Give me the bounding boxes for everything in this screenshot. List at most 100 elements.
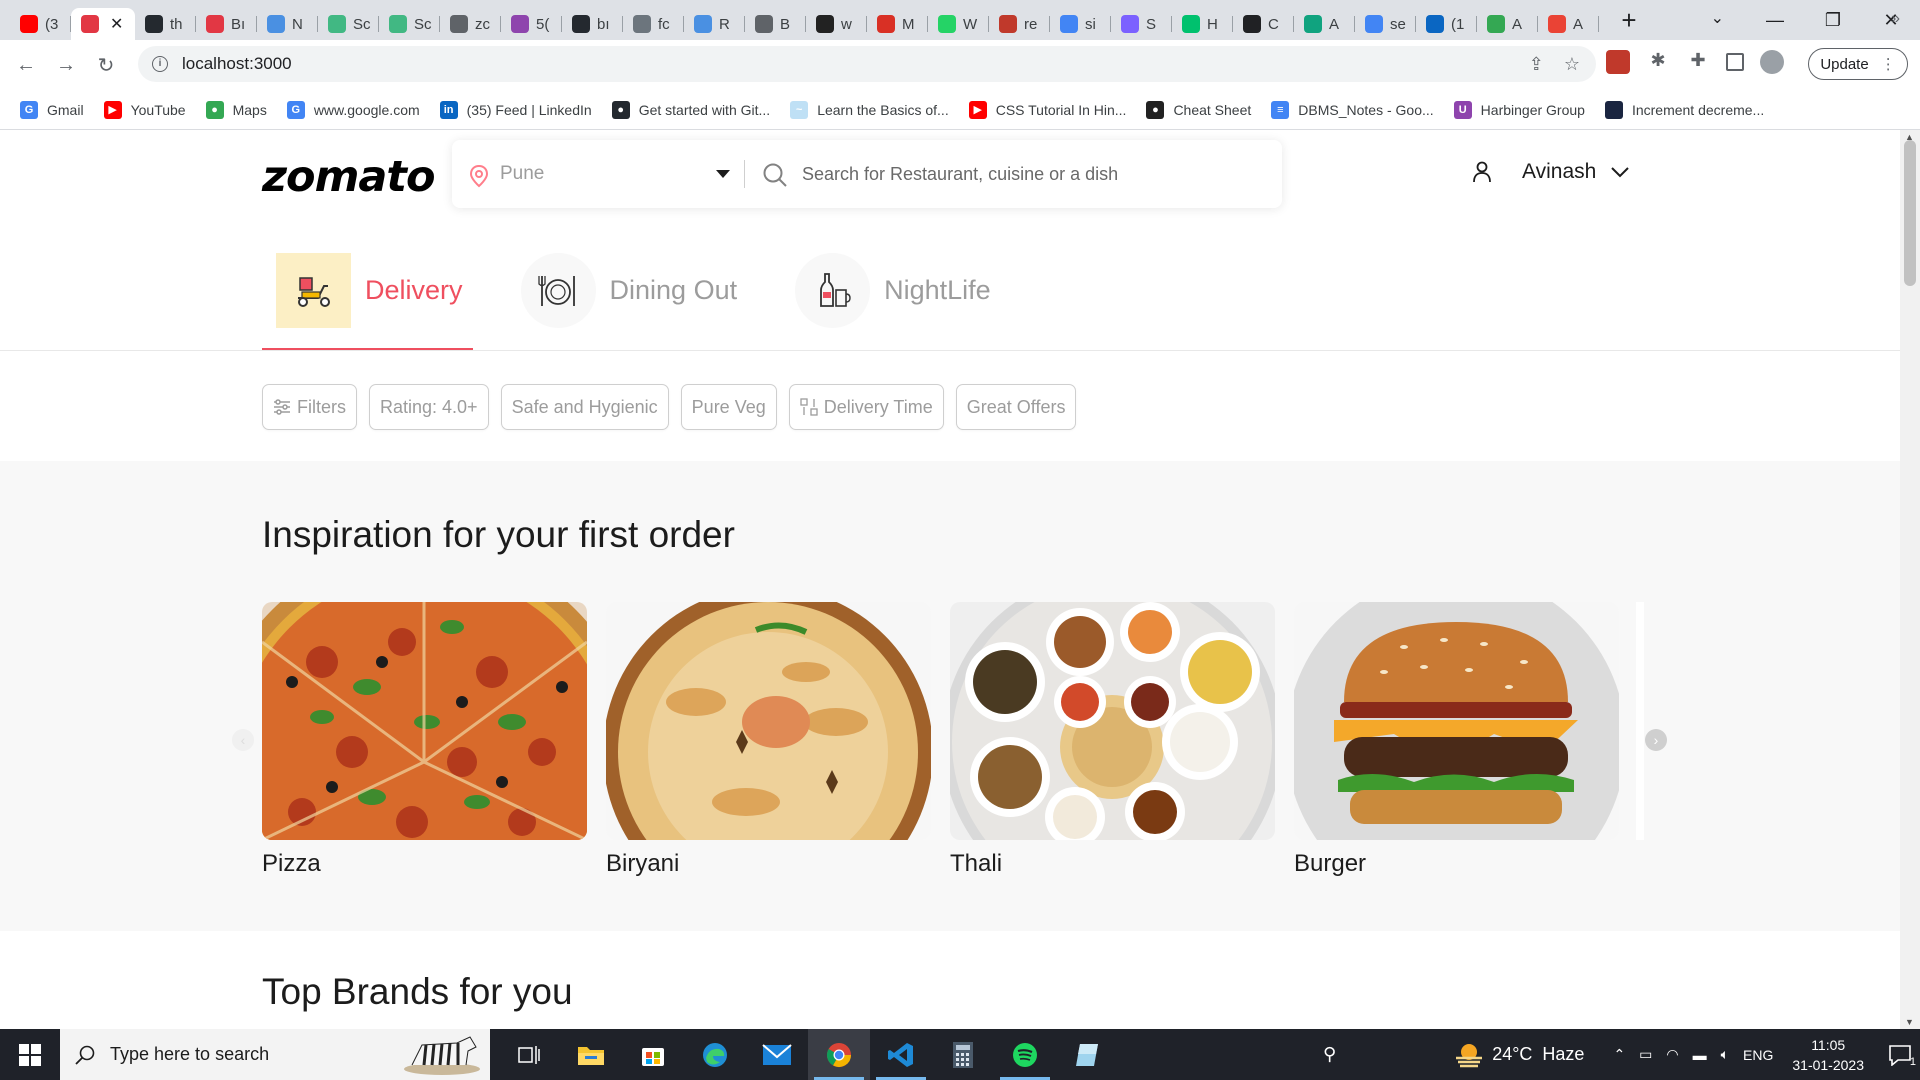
browser-tab[interactable]: zc bbox=[440, 8, 501, 40]
share-icon[interactable]: ⇪ bbox=[1529, 54, 1544, 75]
browser-tab[interactable]: w bbox=[806, 8, 867, 40]
browser-tab[interactable]: W bbox=[928, 8, 989, 40]
back-icon[interactable]: ← bbox=[6, 54, 46, 77]
notepad-app-icon[interactable] bbox=[1056, 1029, 1118, 1080]
bookmarks-overflow-icon[interactable]: » bbox=[1891, 10, 1900, 28]
browser-tab[interactable]: bı bbox=[562, 8, 623, 40]
bookmark-item[interactable]: ● Get started with Git... bbox=[611, 100, 770, 119]
dish-search-input[interactable] bbox=[802, 158, 1262, 190]
bookmark-item[interactable]: ● Cheat Sheet bbox=[1146, 100, 1251, 119]
browser-tab[interactable]: (1 bbox=[1416, 8, 1477, 40]
task-view-icon[interactable] bbox=[498, 1029, 560, 1080]
browser-tab[interactable]: fc bbox=[623, 8, 684, 40]
zomato-logo[interactable]: zomato bbox=[262, 152, 435, 202]
side-panel-icon[interactable] bbox=[1726, 53, 1744, 71]
minimize-icon[interactable]: — bbox=[1746, 10, 1804, 31]
update-button[interactable]: Update ⋮ bbox=[1808, 48, 1908, 80]
weather-widget[interactable]: 24°C Haze bbox=[1454, 1042, 1584, 1068]
carousel-next-button[interactable]: › bbox=[1645, 729, 1667, 751]
browser-tab[interactable]: C bbox=[1233, 8, 1294, 40]
location-input[interactable]: Pune bbox=[500, 163, 544, 185]
browser-tab[interactable]: B bbox=[745, 8, 806, 40]
browser-tab[interactable]: (3 bbox=[10, 8, 71, 40]
inspiration-card-pizza[interactable]: Pizza bbox=[262, 602, 587, 878]
wifi-icon[interactable]: ◠ bbox=[1666, 1046, 1678, 1063]
browser-tab[interactable]: Sc bbox=[318, 8, 379, 40]
browser-tab[interactable]: R bbox=[684, 8, 745, 40]
page-scrollbar[interactable]: ▲ ▼ bbox=[1900, 130, 1920, 1029]
edge-browser-icon[interactable] bbox=[684, 1029, 746, 1080]
mail-icon[interactable] bbox=[746, 1029, 808, 1080]
calculator-icon[interactable] bbox=[932, 1029, 994, 1080]
browser-tab[interactable]: A bbox=[1538, 8, 1599, 40]
browser-tab[interactable]: H bbox=[1172, 8, 1233, 40]
bookmark-star-icon[interactable]: ☆ bbox=[1564, 54, 1580, 75]
bookmark-item[interactable]: Increment decreme... bbox=[1604, 100, 1764, 119]
browser-tab[interactable]: Sc bbox=[379, 8, 440, 40]
bookmark-item[interactable]: ▶ YouTube bbox=[103, 100, 186, 119]
site-info-icon[interactable]: i bbox=[152, 56, 168, 72]
browser-tab[interactable]: si bbox=[1050, 8, 1111, 40]
browser-tab[interactable]: N bbox=[257, 8, 318, 40]
browser-tab[interactable]: A bbox=[1477, 8, 1538, 40]
bookmark-item[interactable]: ▶ CSS Tutorial In Hin... bbox=[968, 100, 1126, 119]
windows-start-icon[interactable] bbox=[0, 1029, 60, 1080]
browser-tab[interactable]: 5( bbox=[501, 8, 562, 40]
restore-icon[interactable]: ❐ bbox=[1804, 10, 1862, 31]
bookmark-item[interactable]: in (35) Feed | LinkedIn bbox=[439, 100, 592, 119]
browser-tab[interactable]: A bbox=[1294, 8, 1355, 40]
inspiration-card-burger[interactable]: Burger bbox=[1294, 602, 1619, 878]
user-menu[interactable]: Avinash bbox=[1472, 160, 1630, 184]
location-dropdown-icon[interactable] bbox=[716, 170, 730, 178]
filter-chip-great-offers[interactable]: Great Offers bbox=[955, 384, 1077, 430]
browser-tab[interactable]: re bbox=[989, 8, 1050, 40]
browser-tab[interactable]: M bbox=[867, 8, 928, 40]
language-indicator[interactable]: ENG bbox=[1743, 1047, 1773, 1063]
filter-chip-pure-veg[interactable]: Pure Veg bbox=[680, 384, 777, 430]
tab-search-icon[interactable]: ⌄ bbox=[1711, 8, 1724, 28]
browser-tab[interactable]: th bbox=[135, 8, 196, 40]
inspiration-card-biryani[interactable]: Biryani bbox=[606, 602, 931, 878]
bookmark-item[interactable]: G Gmail bbox=[20, 100, 84, 119]
scrollbar-thumb[interactable] bbox=[1904, 140, 1916, 286]
filter-chip-rating[interactable]: Rating: 4.0+ bbox=[369, 384, 489, 430]
tab-nightlife[interactable]: NightLife bbox=[781, 249, 991, 331]
battery-icon[interactable]: ▬ bbox=[1693, 1047, 1707, 1063]
bookmark-item[interactable]: ~ Learn the Basics of... bbox=[790, 100, 949, 119]
file-explorer-icon[interactable] bbox=[560, 1029, 622, 1080]
bookmark-item[interactable]: Gwww.google.com bbox=[286, 100, 420, 119]
puzzle-icon[interactable]: ✚ bbox=[1686, 50, 1710, 74]
extension-red-icon[interactable] bbox=[1606, 50, 1630, 74]
browser-tab[interactable]: se bbox=[1355, 8, 1416, 40]
filter-chip-delivery-time[interactable]: Delivery Time bbox=[788, 384, 944, 430]
taskbar-clock[interactable]: 11:05 31-01-2023 bbox=[1792, 1035, 1864, 1075]
scroll-down-icon[interactable]: ▼ bbox=[1905, 1017, 1914, 1027]
address-bar[interactable]: i localhost:3000 ⇪ ☆ bbox=[138, 46, 1596, 82]
spotify-icon[interactable] bbox=[994, 1029, 1056, 1080]
new-tab-icon[interactable]: + bbox=[1613, 5, 1645, 36]
close-tab-icon[interactable]: ✕ bbox=[110, 14, 123, 34]
notification-center-icon[interactable]: 1 bbox=[1880, 1044, 1920, 1068]
forward-icon[interactable]: → bbox=[46, 54, 86, 77]
browser-tab[interactable]: ✕ bbox=[71, 8, 135, 40]
taskbar-search-box[interactable]: Type here to search bbox=[60, 1029, 490, 1080]
bookmark-item[interactable]: U Harbinger Group bbox=[1453, 100, 1585, 119]
carousel-prev-button[interactable]: ‹ bbox=[232, 729, 254, 751]
chevron-up-icon[interactable]: ⌃ bbox=[1613, 1046, 1625, 1063]
microsoft-store-icon[interactable] bbox=[622, 1029, 684, 1080]
profile-avatar[interactable] bbox=[1760, 50, 1784, 74]
filter-chip-safe-hygienic[interactable]: Safe and Hygienic bbox=[500, 384, 669, 430]
people-icon[interactable]: ⚲ bbox=[1323, 1044, 1336, 1065]
inspiration-card-thali[interactable]: Thali bbox=[950, 602, 1275, 878]
volume-icon[interactable]: 🔈︎ bbox=[1721, 1046, 1729, 1063]
display-icon[interactable]: ▭ bbox=[1639, 1046, 1652, 1063]
chrome-icon[interactable] bbox=[808, 1029, 870, 1080]
browser-tab[interactable]: Bı bbox=[196, 8, 257, 40]
reload-icon[interactable]: ↻ bbox=[86, 53, 126, 78]
tab-delivery[interactable]: Delivery bbox=[262, 249, 463, 331]
bookmark-item[interactable]: ≡ DBMS_Notes - Goo... bbox=[1271, 100, 1434, 119]
vscode-icon[interactable] bbox=[870, 1029, 932, 1080]
extension-bug-icon[interactable]: ✱ bbox=[1646, 50, 1670, 74]
bookmark-item[interactable]: ● Maps bbox=[205, 100, 267, 119]
browser-tab[interactable]: S bbox=[1111, 8, 1172, 40]
